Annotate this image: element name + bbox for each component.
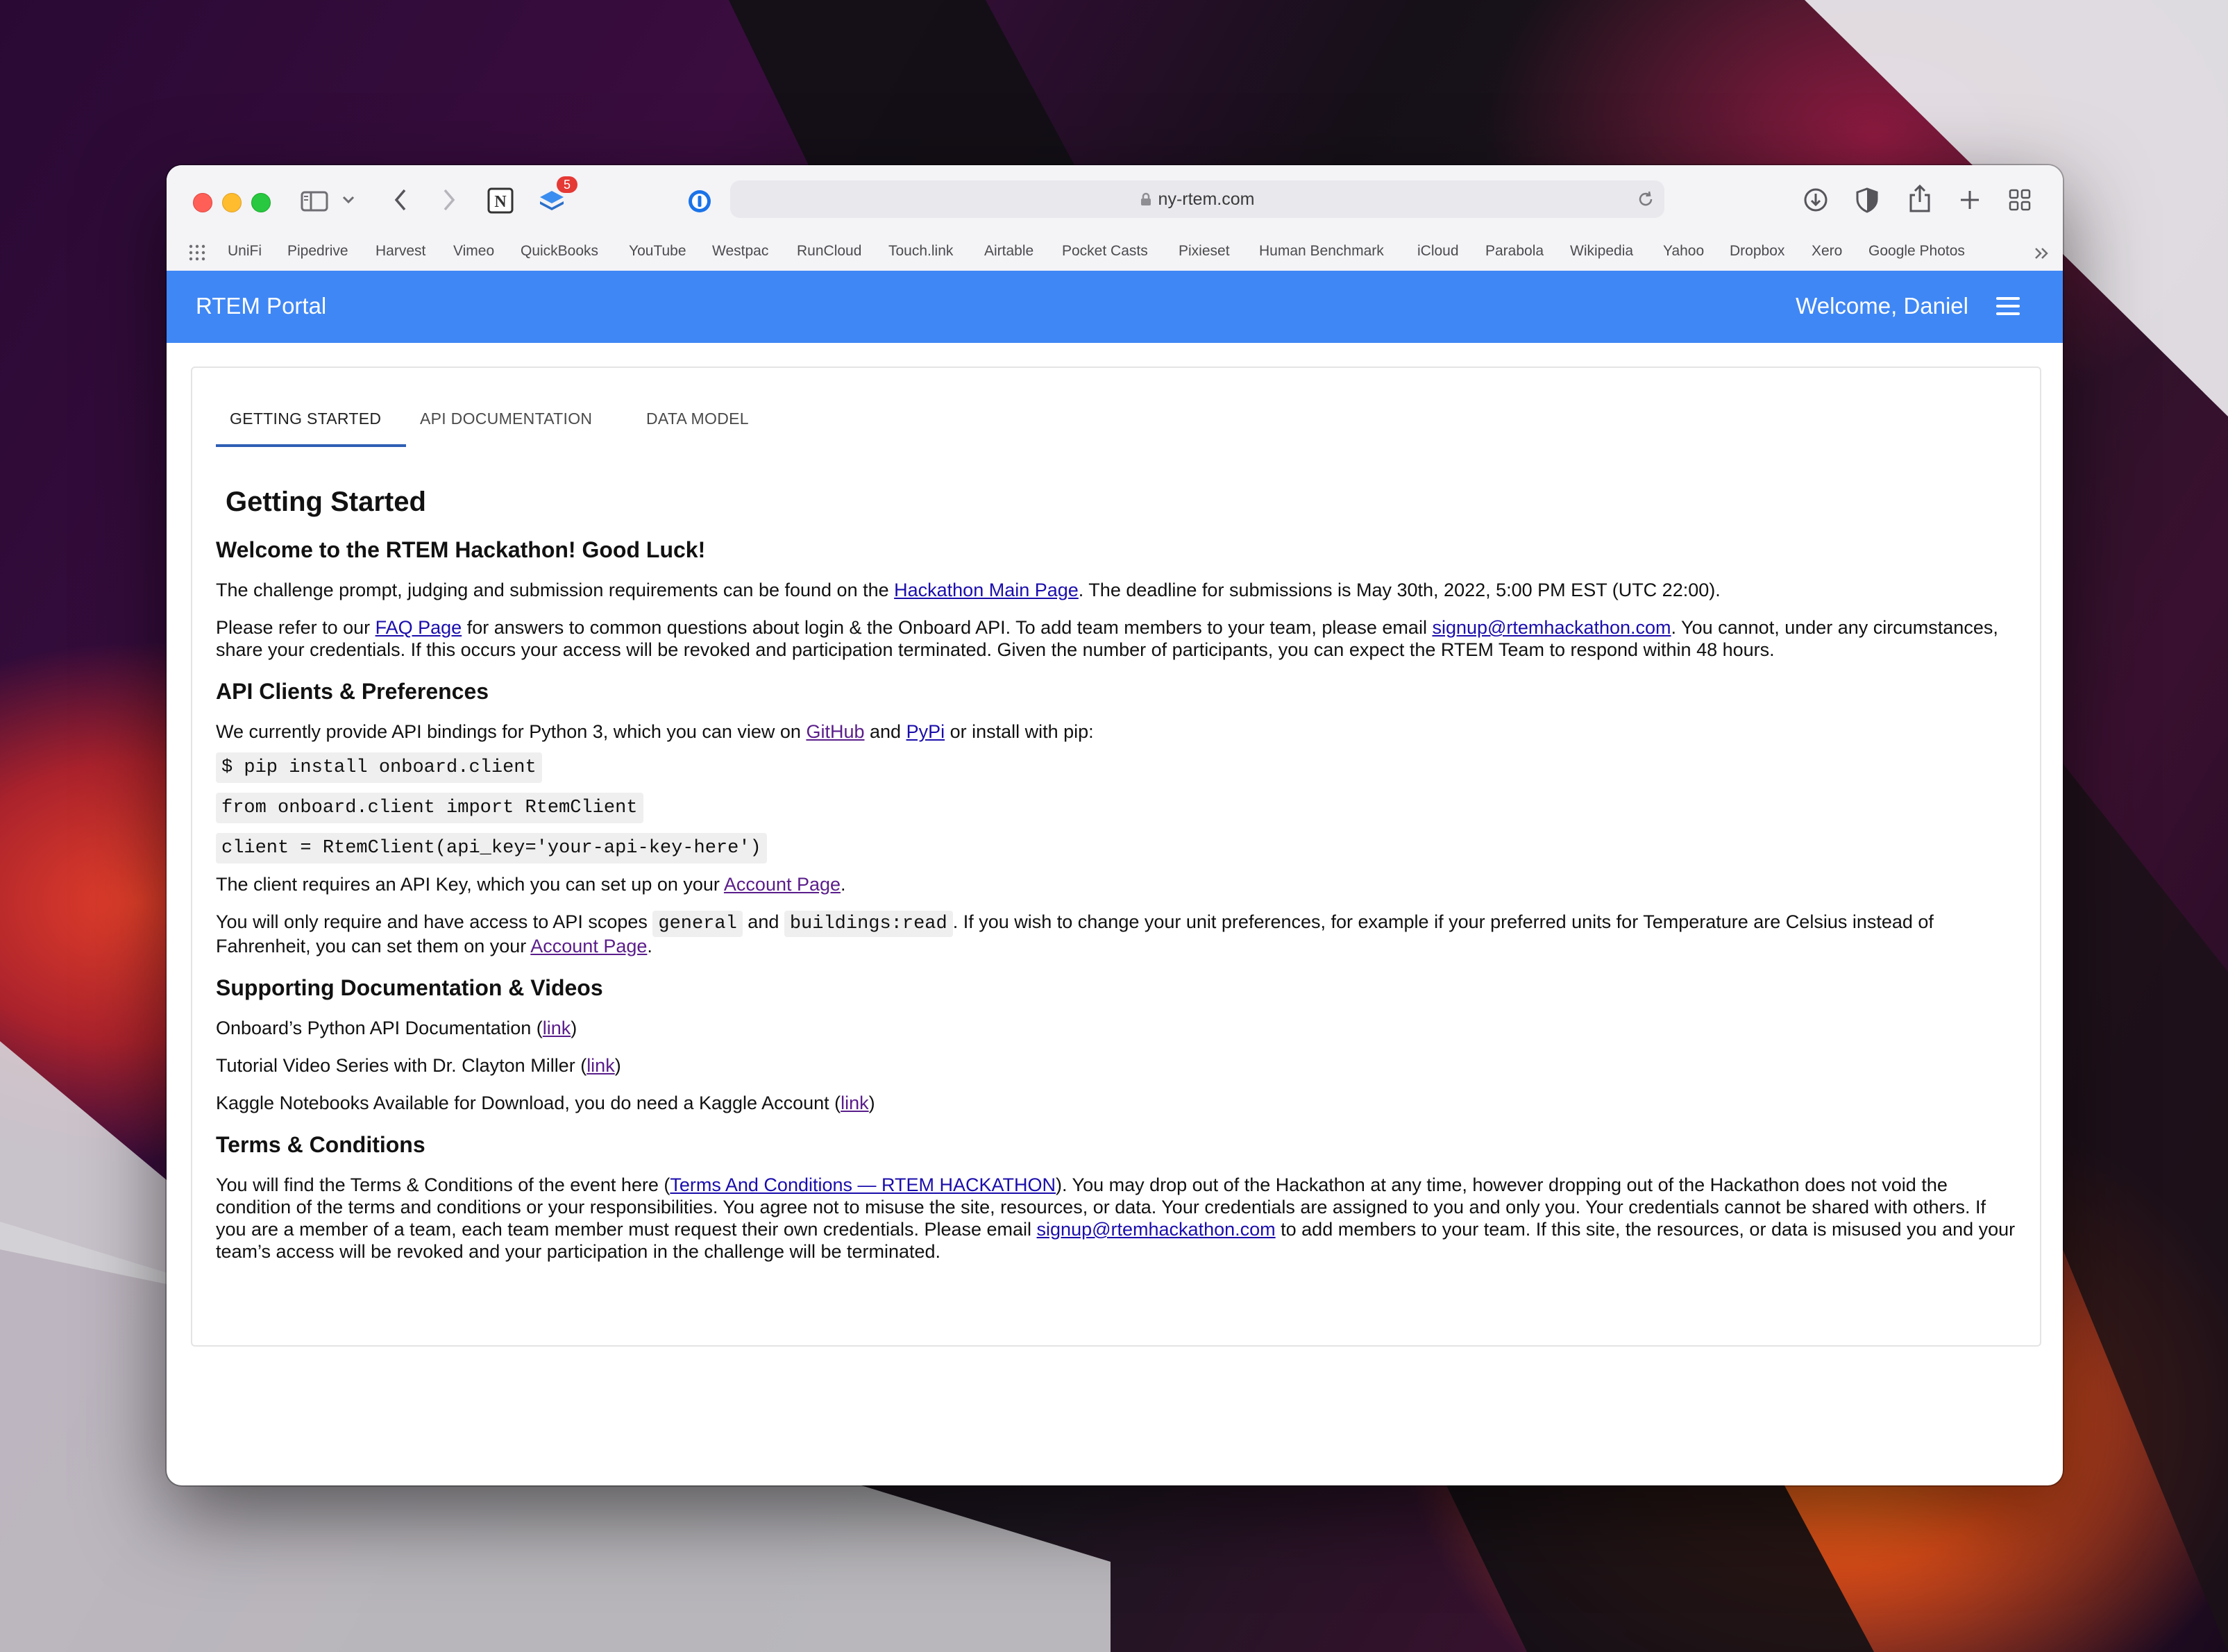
- app-header: RTEM Portal Welcome, Daniel: [167, 271, 2063, 343]
- bookmark-human-benchmark[interactable]: Human Benchmark: [1259, 243, 1384, 260]
- bookmark-unifi[interactable]: UniFi: [228, 243, 262, 260]
- bookmark-quickbooks[interactable]: QuickBooks: [521, 243, 598, 260]
- client-code: client = RtemClient(api_key='your-api-ke…: [216, 833, 2020, 863]
- apps-grid-icon[interactable]: [187, 243, 207, 262]
- bookmark-dropbox[interactable]: Dropbox: [1730, 243, 1784, 260]
- faq-paragraph: Please refer to our FAQ Page for answers…: [216, 617, 1998, 660]
- bookmark-pixieset[interactable]: Pixieset: [1179, 243, 1230, 260]
- deadline-paragraph: The challenge prompt, judging and submis…: [216, 580, 1721, 600]
- faq-page-link[interactable]: FAQ Page: [375, 617, 462, 638]
- address-bar[interactable]: ny-rtem.com: [730, 180, 1664, 218]
- account-page-link-2[interactable]: Account Page: [530, 936, 647, 956]
- bookmark-parabola[interactable]: Parabola: [1485, 243, 1544, 260]
- bookmark-xero[interactable]: Xero: [1812, 243, 1842, 260]
- account-page-link[interactable]: Account Page: [724, 874, 841, 895]
- tab-getting-started[interactable]: GETTING STARTED: [230, 410, 381, 428]
- bookmark-wikipedia[interactable]: Wikipedia: [1570, 243, 1633, 260]
- bookmark-touchlink[interactable]: Touch.link: [888, 243, 953, 260]
- password-manager-icon[interactable]: [686, 187, 714, 215]
- github-link[interactable]: GitHub: [806, 721, 864, 742]
- pip-install-code: $ pip install onboard.client: [216, 752, 2020, 783]
- downloads-icon[interactable]: [1802, 186, 1830, 214]
- content-card: GETTING STARTED API DOCUMENTATION DATA M…: [191, 366, 2041, 1347]
- bookmarks-bar: UniFi Pipedrive Harvest Vimeo QuickBooks…: [167, 237, 2063, 265]
- tutorial-videos-link[interactable]: link: [586, 1055, 615, 1076]
- bookmark-yahoo[interactable]: Yahoo: [1663, 243, 1704, 260]
- browser-toolbar: N 5 ny-rtem.com UniFi Pipedrive Harvest …: [167, 165, 2063, 272]
- minimize-window-button[interactable]: [222, 193, 242, 212]
- browser-window: N 5 ny-rtem.com UniFi Pipedrive Harvest …: [167, 165, 2063, 1485]
- bookmark-harvest[interactable]: Harvest: [375, 243, 425, 260]
- terms-paragraph: You will find the Terms & Conditions of …: [216, 1174, 2016, 1262]
- chevron-down-icon[interactable]: [341, 193, 355, 207]
- close-window-button[interactable]: [193, 193, 212, 212]
- bookmark-vimeo[interactable]: Vimeo: [453, 243, 494, 260]
- signup-email-link-2[interactable]: signup@rtemhackathon.com: [1037, 1219, 1276, 1240]
- extension-badge: 5: [557, 176, 577, 193]
- supporting-docs-heading: Supporting Documentation & Videos: [216, 975, 603, 1000]
- doc-item-python-api: Onboard’s Python API Documentation (link…: [216, 1018, 577, 1038]
- tab-overview-icon[interactable]: [2006, 186, 2034, 214]
- bookmark-youtube[interactable]: YouTube: [629, 243, 686, 260]
- bookmark-airtable[interactable]: Airtable: [984, 243, 1033, 260]
- zoom-window-button[interactable]: [251, 193, 271, 212]
- scopes-paragraph: You will only require and have access to…: [216, 911, 1934, 956]
- doc-item-kaggle: Kaggle Notebooks Available for Download,…: [216, 1093, 875, 1113]
- sidebar-toggle-icon[interactable]: [300, 189, 329, 214]
- import-code: from onboard.client import RtemClient: [216, 793, 2020, 823]
- tab-data-model[interactable]: DATA MODEL: [646, 410, 749, 428]
- doc-item-tutorial-videos: Tutorial Video Series with Dr. Clayton M…: [216, 1055, 621, 1076]
- reload-icon[interactable]: [1637, 190, 1655, 208]
- active-tab-indicator: [216, 444, 406, 447]
- hackathon-main-page-link[interactable]: Hackathon Main Page: [894, 580, 1079, 600]
- chevron-double-right-icon[interactable]: [2032, 244, 2052, 262]
- lock-icon: [1140, 192, 1151, 206]
- pypi-link[interactable]: PyPi: [906, 721, 945, 742]
- menu-icon[interactable]: [1996, 297, 2020, 317]
- signup-email-link[interactable]: signup@rtemhackathon.com: [1432, 617, 1671, 638]
- bindings-paragraph: We currently provide API bindings for Py…: [216, 721, 1094, 742]
- svg-text:N: N: [494, 193, 507, 211]
- getting-started-content: Getting Started Welcome to the RTEM Hack…: [216, 465, 2020, 1263]
- tab-api-documentation[interactable]: API DOCUMENTATION: [420, 410, 592, 428]
- scope-buildings-read: buildings:read: [784, 911, 953, 937]
- python-api-docs-link[interactable]: link: [543, 1018, 571, 1038]
- bookmark-pipedrive[interactable]: Pipedrive: [287, 243, 348, 260]
- back-icon[interactable]: [390, 186, 411, 214]
- page-title: Getting Started: [226, 487, 426, 517]
- welcome-user: Welcome, Daniel: [1796, 293, 1968, 319]
- share-icon[interactable]: [1906, 183, 1934, 214]
- bookmark-pocket-casts[interactable]: Pocket Casts: [1062, 243, 1148, 260]
- notion-extension-icon[interactable]: N: [486, 186, 515, 215]
- api-key-paragraph: The client requires an API Key, which yo…: [216, 874, 846, 895]
- url-text: ny-rtem.com: [1158, 189, 1255, 209]
- bookmark-icloud[interactable]: iCloud: [1417, 243, 1459, 260]
- welcome-heading: Welcome to the RTEM Hackathon! Good Luck…: [216, 537, 706, 562]
- bookmark-google-photos[interactable]: Google Photos: [1868, 243, 1965, 260]
- terms-heading: Terms & Conditions: [216, 1132, 425, 1157]
- api-clients-heading: API Clients & Preferences: [216, 679, 489, 704]
- app-title[interactable]: RTEM Portal: [196, 293, 326, 319]
- terms-and-conditions-link[interactable]: Terms And Conditions — RTEM HACKATHON: [670, 1174, 1056, 1195]
- bookmark-runcloud[interactable]: RunCloud: [797, 243, 861, 260]
- forward-icon[interactable]: [439, 186, 459, 214]
- privacy-shield-icon[interactable]: [1853, 186, 1881, 214]
- bookmark-westpac[interactable]: Westpac: [712, 243, 768, 260]
- new-tab-icon[interactable]: [1956, 186, 1984, 214]
- scope-general: general: [652, 911, 743, 937]
- kaggle-notebooks-link[interactable]: link: [841, 1093, 869, 1113]
